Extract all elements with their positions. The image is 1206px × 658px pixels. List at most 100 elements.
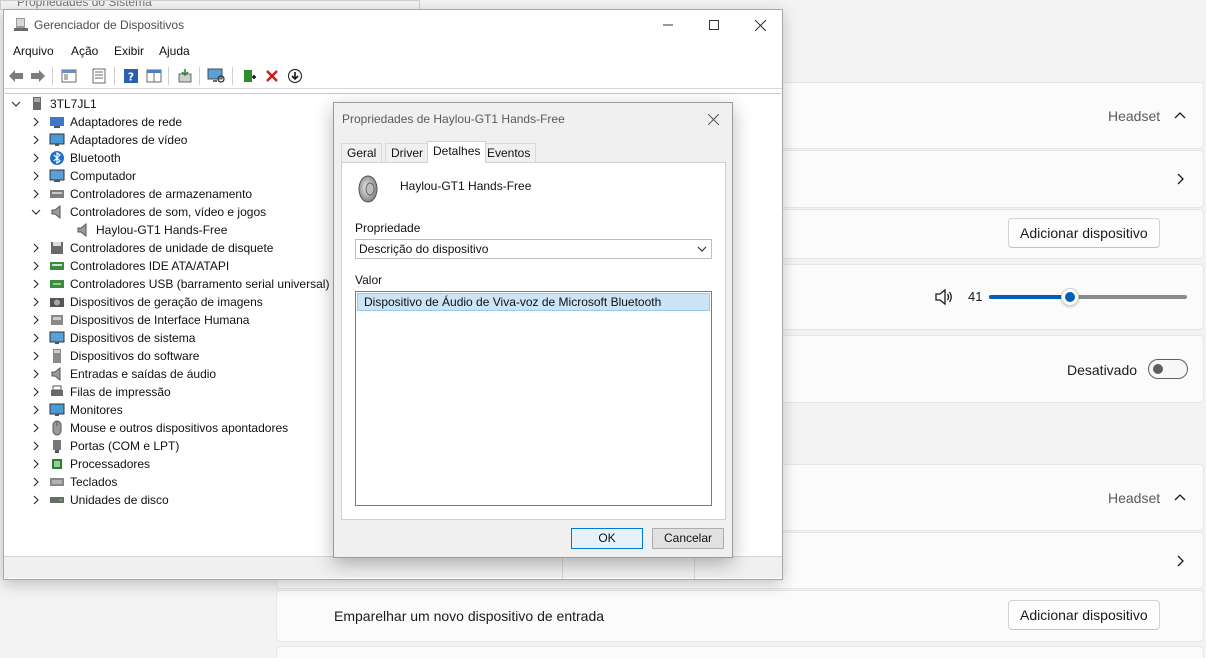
expand-chevron-icon[interactable] [31,135,41,145]
chevron-up-icon[interactable] [1172,108,1188,124]
tree-item-label: Haylou-GT1 Hands-Free [96,223,228,237]
tree-category[interactable]: Adaptadores de vídeo [31,131,187,149]
expand-chevron-icon[interactable] [31,423,41,433]
action-pane-button[interactable] [145,67,163,85]
minimize-icon [663,24,673,26]
menu-arquivo[interactable]: Arquivo [13,44,54,58]
tree-category[interactable]: Teclados [31,473,117,491]
tree-category[interactable]: Entradas e saídas de áudio [31,365,216,383]
tree-item-label: Controladores de som, vídeo e jogos [70,205,267,219]
tab-detalhes[interactable]: Detalhes [427,141,487,163]
show-hide-console-button[interactable] [60,67,78,85]
tree-category[interactable]: Mouse e outros dispositivos apontadores [31,419,288,437]
tree-category[interactable]: Portas (COM e LPT) [31,437,179,455]
chevron-right-icon[interactable] [1172,171,1188,187]
tree-category[interactable]: Controladores de unidade de disquete [31,239,273,257]
expand-chevron-icon[interactable] [31,279,41,289]
tree-category[interactable]: Computador [31,167,136,185]
add-driver-button[interactable] [240,67,258,85]
ok-button[interactable]: OK [571,528,643,549]
expand-chevron-icon[interactable] [31,387,41,397]
expand-chevron-icon[interactable] [31,261,41,271]
tree-category[interactable]: Processadores [31,455,150,473]
tree-item-label: Controladores IDE ATA/ATAPI [70,259,230,273]
expand-chevron-icon[interactable] [31,477,41,487]
volume-slider[interactable] [989,288,1187,306]
update-driver-button[interactable] [176,67,194,85]
add-device-button-1[interactable]: Adicionar dispositivo [1008,218,1160,248]
expand-chevron-icon[interactable] [31,315,41,325]
dialog-close-button[interactable] [702,109,724,129]
expand-chevron-icon[interactable] [31,171,41,181]
expand-chevron-icon[interactable] [31,351,41,361]
chevron-up-icon[interactable] [1172,490,1188,506]
expand-chevron-icon[interactable] [31,495,41,505]
uninstall-device-button[interactable] [263,67,281,85]
menu-bar: Arquivo Ação Exibir Ajuda [4,41,782,61]
tree-category[interactable]: Filas de impressão [31,383,171,401]
cancel-button[interactable]: Cancelar [652,528,724,549]
add-device-button-2[interactable]: Adicionar dispositivo [1008,600,1160,630]
floppy-icon [49,240,65,256]
back-button[interactable] [7,67,25,85]
menu-exibir[interactable]: Exibir [114,44,144,58]
expand-chevron-icon[interactable] [31,369,41,379]
tree-category[interactable]: Controladores de som, vídeo e jogos [31,203,266,221]
volume-icon[interactable] [934,288,954,306]
tree-child-item[interactable]: Haylou-GT1 Hands-Free [75,221,227,239]
property-select-value: Descrição do dispositivo [359,242,489,256]
expand-chevron-icon[interactable] [31,297,41,307]
tree-category[interactable]: Controladores IDE ATA/ATAPI [31,257,229,275]
tree-item-label: Teclados [70,475,118,489]
tree-category[interactable]: Monitores [31,401,123,419]
expand-chevron-icon[interactable] [31,441,41,451]
tree-item-label: Dispositivos do software [70,349,200,363]
expand-chevron-icon[interactable] [31,459,41,469]
toggle-state-label: Desativado [1067,362,1138,378]
expand-chevron-icon[interactable] [31,243,41,253]
add-driver-icon [244,70,256,82]
arrow-left-icon [9,70,23,82]
tab-geral[interactable]: Geral [341,143,383,163]
tree-category[interactable]: Dispositivos de geração de imagens [31,293,263,311]
tree-root[interactable]: 3TL7JL1 [11,95,97,113]
help-button[interactable]: ? [122,67,140,85]
properties-sheet-icon [92,68,106,84]
menu-acao[interactable]: Ação [71,44,98,58]
value-list[interactable]: Dispositivo de Áudio de Viva-voz de Micr… [355,291,712,506]
title-bar[interactable]: Gerenciador de Dispositivos [4,10,782,40]
headset-label-1: Headset [1108,108,1161,124]
property-select[interactable]: Descrição do dispositivo [355,239,712,259]
tab-driver[interactable]: Driver [385,143,429,163]
tab-eventos[interactable]: Eventos [481,143,537,163]
tree-item-label: Portas (COM e LPT) [70,439,180,453]
tree-category[interactable]: Adaptadores de rede [31,113,182,131]
chevron-right-icon[interactable] [1172,553,1188,569]
tree-category[interactable]: Bluetooth [31,149,121,167]
disable-device-button[interactable] [286,67,304,85]
minimize-button[interactable] [645,10,691,40]
tree-category[interactable]: Dispositivos de Interface Humana [31,311,249,329]
tree-category[interactable]: Dispositivos do software [31,347,199,365]
expand-chevron-icon[interactable] [31,153,41,163]
collapse-chevron-icon[interactable] [11,99,21,109]
scan-hardware-button[interactable] [207,67,225,85]
tree-category[interactable]: Dispositivos de sistema [31,329,195,347]
close-button[interactable] [737,10,783,40]
tree-item-label: Adaptadores de vídeo [70,133,188,147]
tree-category[interactable]: Controladores de armazenamento [31,185,252,203]
expand-chevron-icon[interactable] [31,405,41,415]
tree-category[interactable]: Controladores USB (barramento serial uni… [31,275,329,293]
tree-category[interactable]: Unidades de disco [31,491,169,509]
collapse-chevron-icon[interactable] [31,207,41,217]
network-adapter-icon [49,114,65,130]
maximize-button[interactable] [691,10,737,40]
expand-chevron-icon[interactable] [31,189,41,199]
forward-button[interactable] [29,67,47,85]
value-list-item[interactable]: Dispositivo de Áudio de Viva-voz de Micr… [357,293,710,311]
properties-view-button[interactable] [90,67,108,85]
toggle-switch[interactable] [1148,359,1188,379]
expand-chevron-icon[interactable] [31,333,41,343]
expand-chevron-icon[interactable] [31,117,41,127]
menu-ajuda[interactable]: Ajuda [159,44,190,58]
